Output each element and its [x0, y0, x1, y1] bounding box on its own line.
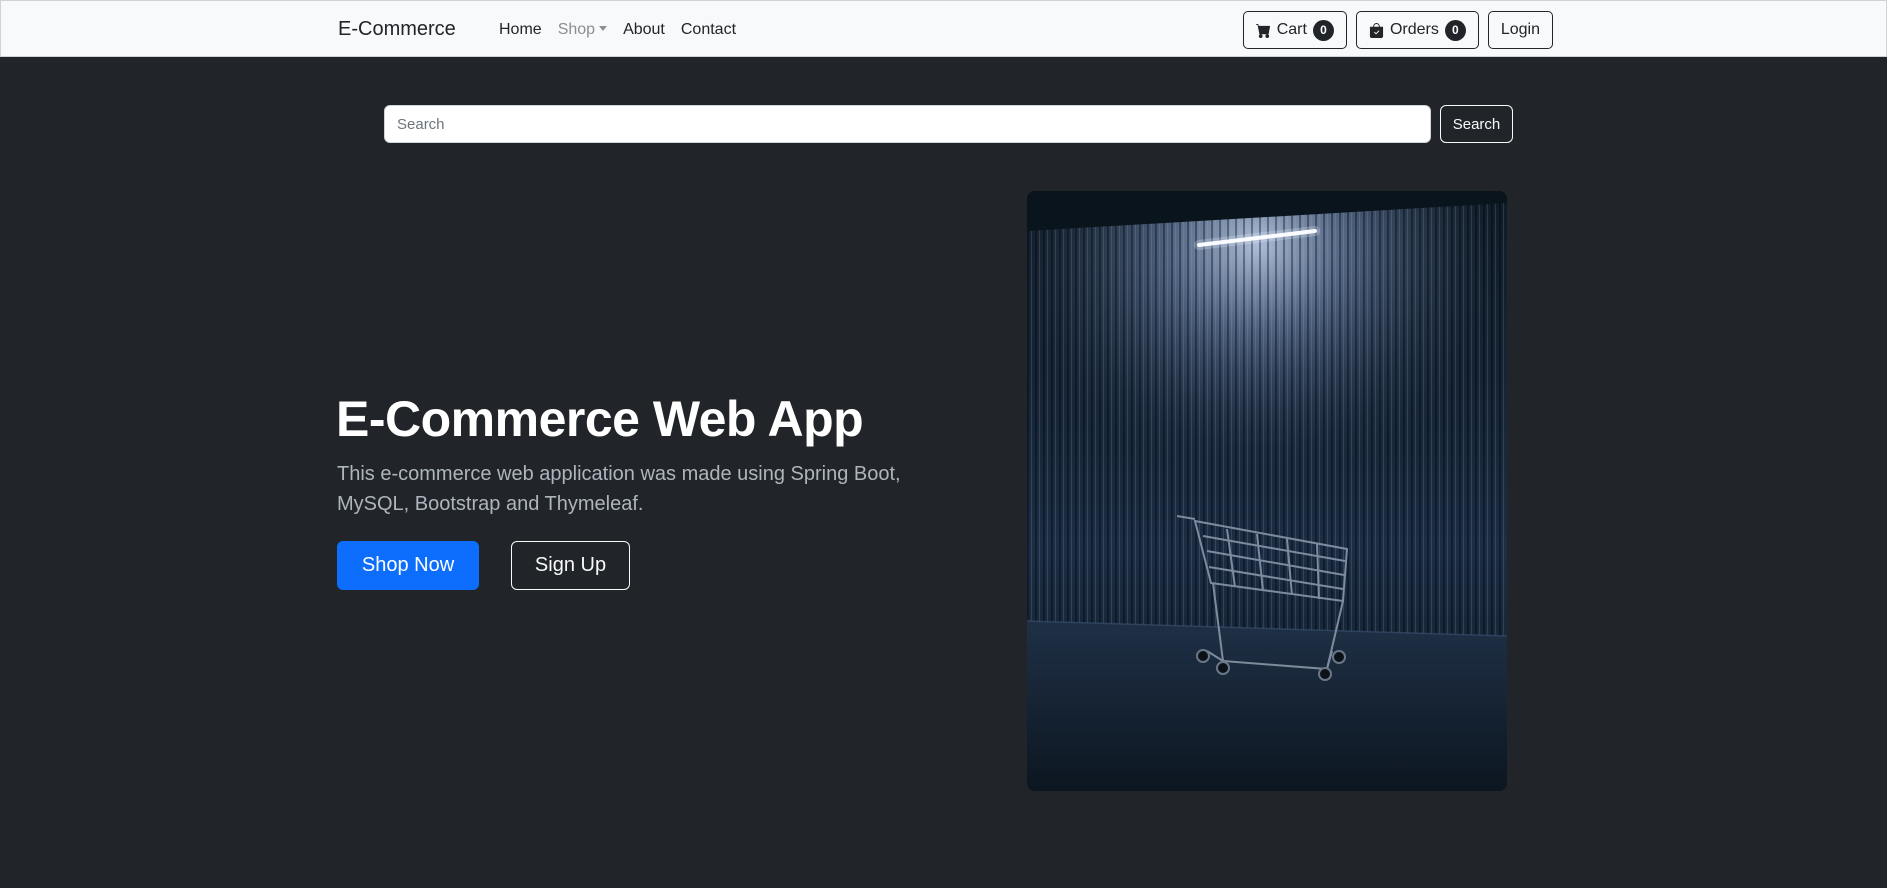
- hero-image: [1027, 191, 1507, 791]
- login-button[interactable]: Login: [1487, 11, 1553, 49]
- nav-actions: Cart 0 Orders 0 Login: [1242, 11, 1553, 49]
- nav-dropdown-shop[interactable]: Shop: [557, 20, 608, 39]
- shop-now-button[interactable]: Shop Now: [337, 541, 479, 590]
- orders-label: Orders: [1389, 21, 1439, 38]
- nav-link-contact[interactable]: Contact: [681, 21, 736, 39]
- search-input[interactable]: [384, 105, 1431, 143]
- bag-icon: [1369, 22, 1383, 38]
- navbar: E-Commerce Home Shop About Contact Cart …: [0, 0, 1887, 57]
- hero-description: This e-commerce web application was made…: [337, 463, 901, 515]
- nav-link-home[interactable]: Home: [499, 21, 542, 39]
- shopping-cart-illustration: [1027, 191, 1507, 791]
- cart-button[interactable]: Cart 0: [1242, 11, 1347, 49]
- cart-icon: [1255, 23, 1270, 38]
- search-button[interactable]: Search: [1440, 105, 1513, 143]
- cart-count-badge: 0: [1312, 19, 1334, 41]
- chevron-down-icon: [599, 25, 608, 31]
- nav-link-shop-label: Shop: [557, 20, 596, 38]
- cart-label: Cart: [1276, 21, 1307, 38]
- nav-links: Home Shop About Contact: [499, 1, 752, 58]
- hero-title: E-Commerce Web App: [336, 391, 864, 447]
- brand-link[interactable]: E-Commerce: [338, 1, 456, 58]
- orders-count-badge: 0: [1444, 19, 1466, 41]
- sign-up-button[interactable]: Sign Up: [511, 541, 630, 590]
- nav-link-about[interactable]: About: [623, 21, 665, 39]
- orders-button[interactable]: Orders 0: [1355, 11, 1479, 49]
